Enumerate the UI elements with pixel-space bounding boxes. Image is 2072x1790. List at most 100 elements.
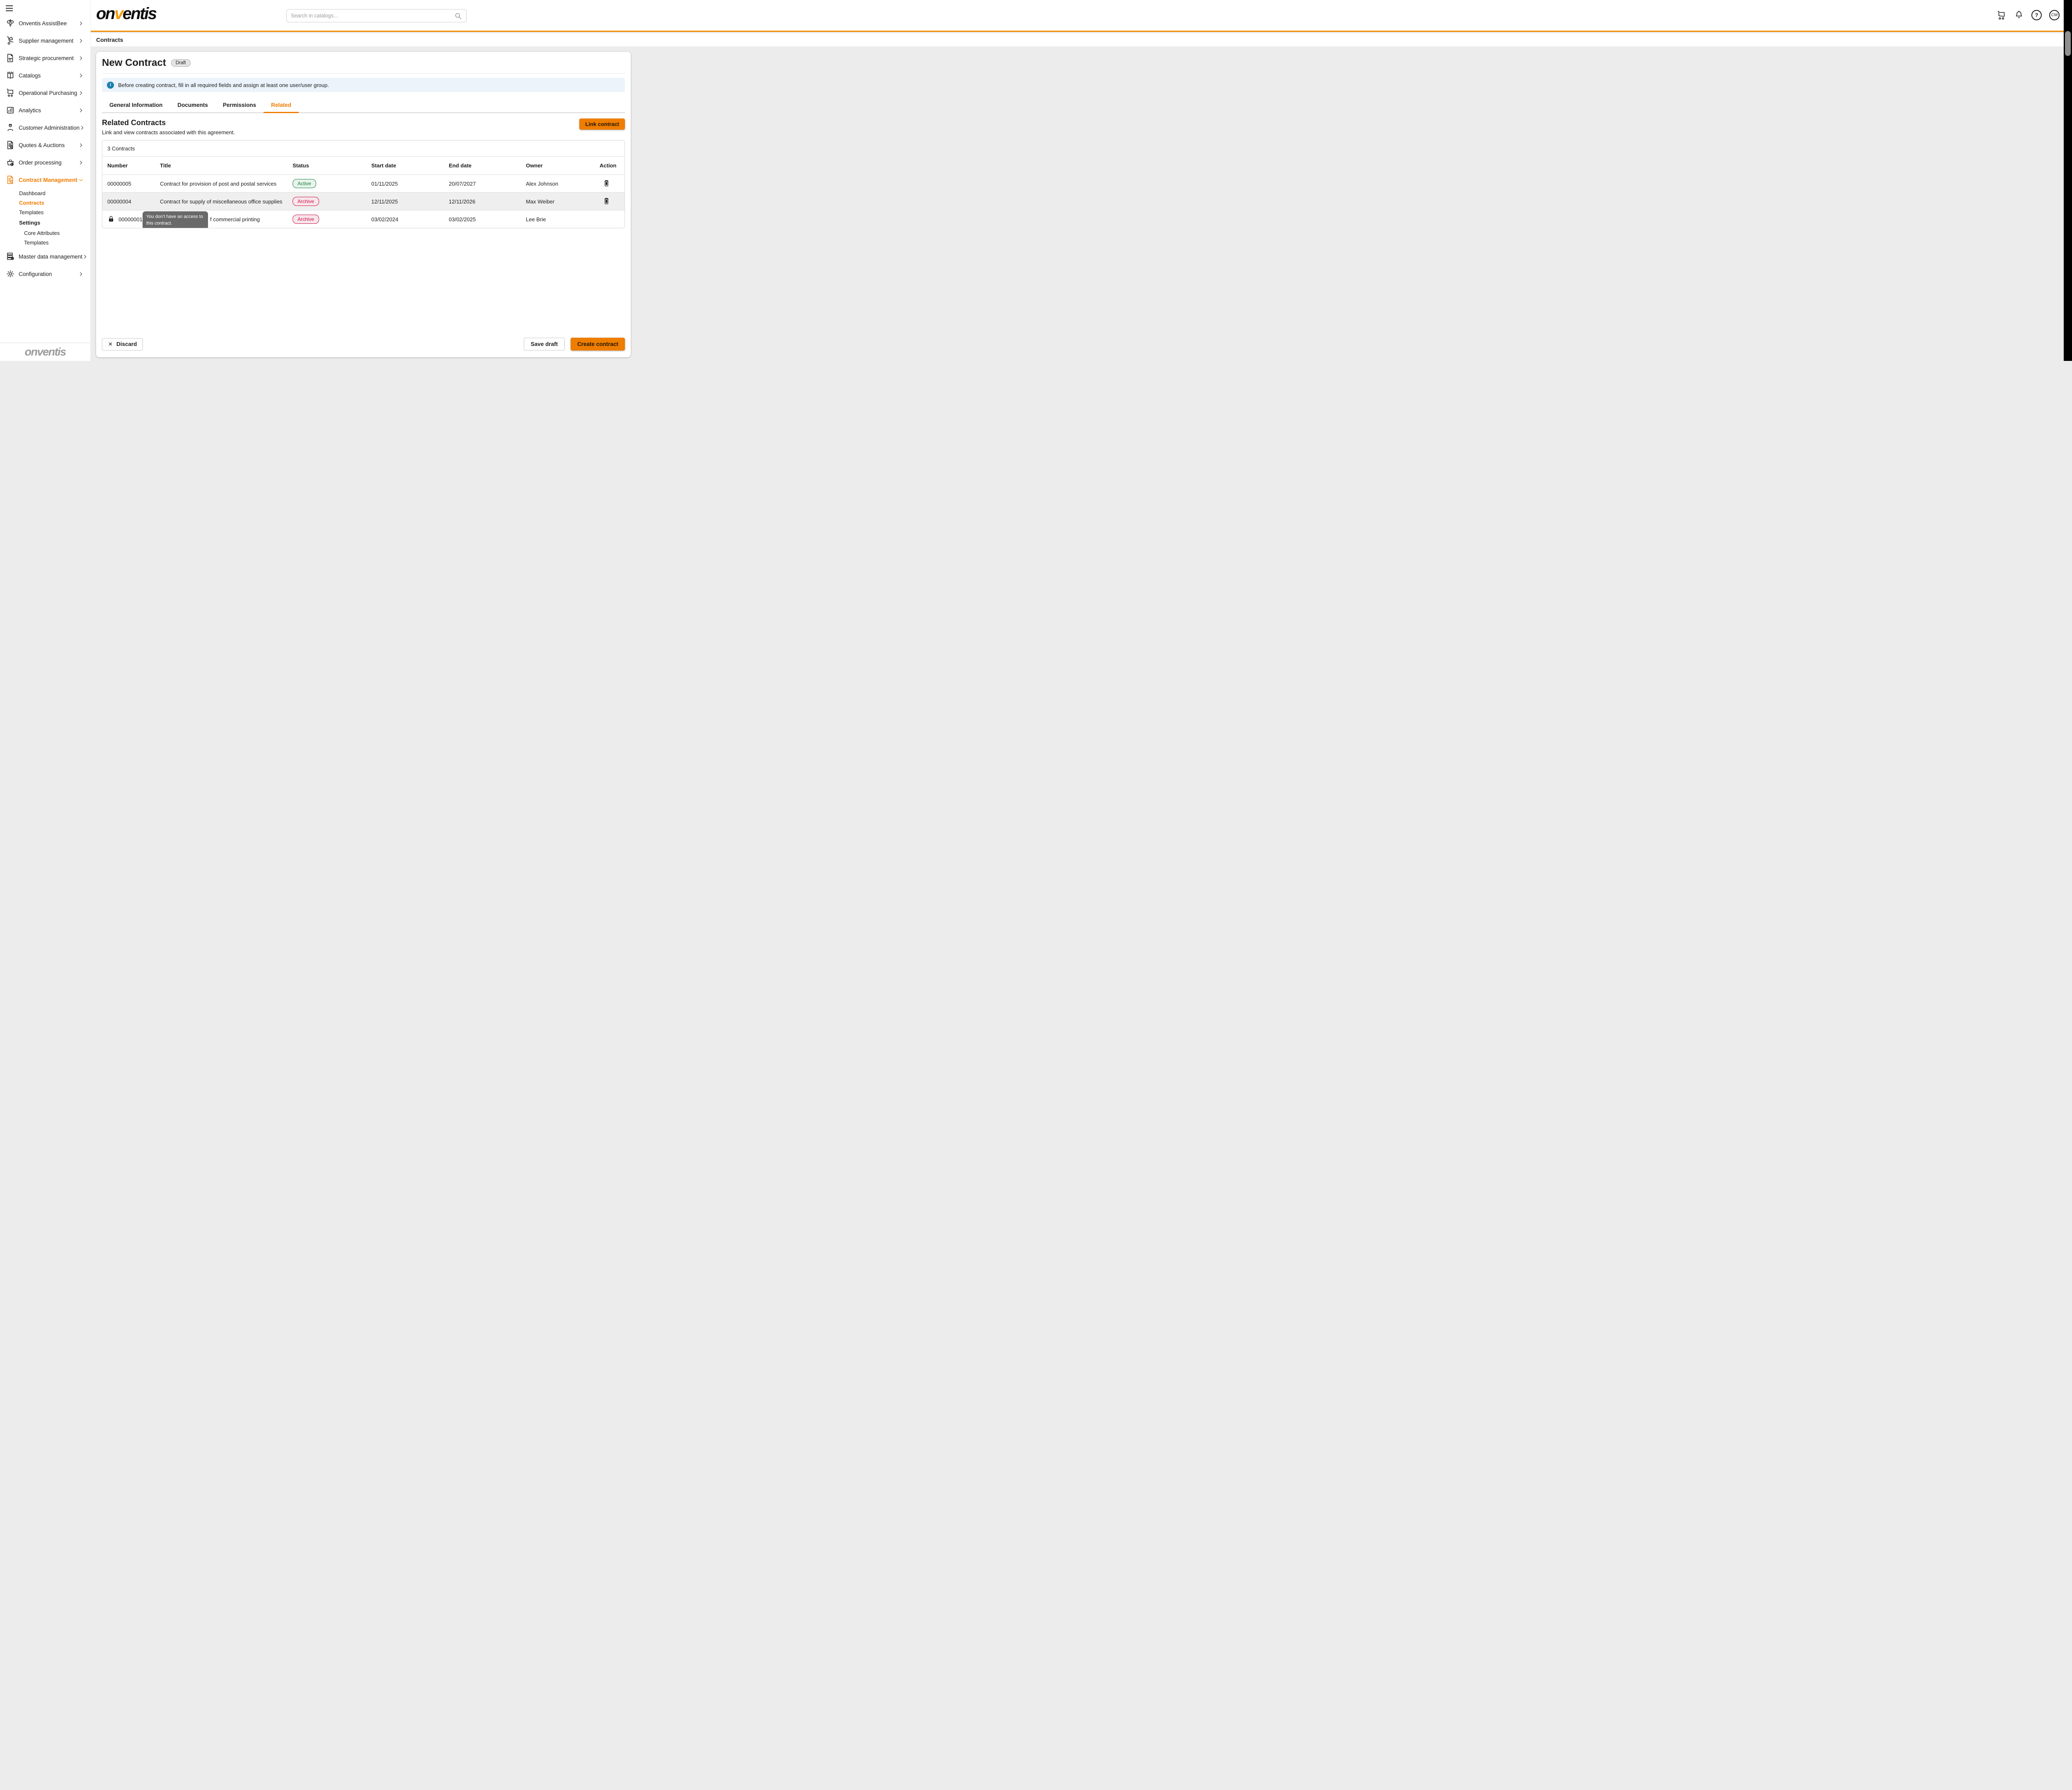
sidebar-item-strategic-procurement[interactable]: Strategic procurement (0, 49, 90, 67)
end-date: 20/07/2027 (449, 181, 526, 187)
no-access-tooltip: You don't have an access to this contrac… (143, 211, 208, 228)
start-date: 12/11/2025 (371, 198, 449, 205)
sidebar-item-customer-administration[interactable]: Customer Administration (0, 119, 90, 136)
divider (102, 73, 625, 74)
owner: Lee Brie (526, 216, 600, 223)
sidebar-item-supplier-management[interactable]: Supplier management (0, 32, 90, 49)
table-row[interactable]: 00000004 Contract for supply of miscella… (102, 192, 625, 210)
sidebar-item-label: Quotes & Auctions (19, 142, 78, 148)
sidebar-item-order-processing[interactable]: Order processing (0, 154, 90, 171)
chevron-right-icon (78, 271, 84, 277)
close-icon: ✕ (108, 341, 113, 348)
menu-icon[interactable] (6, 5, 14, 11)
sidebar-item-core-attributes[interactable]: Core Attributes (0, 228, 90, 238)
sidebar-item-label: Supplier management (19, 38, 78, 44)
sidebar-item-label: Settings (19, 220, 40, 226)
sidebar-item-label: Configuration (19, 271, 78, 277)
lock-icon (107, 215, 115, 223)
table-header-row: Number Title Status Start date End date … (102, 157, 625, 174)
info-icon: i (107, 82, 114, 89)
discard-button[interactable]: ✕ Discard (102, 338, 143, 351)
basket-clock-icon (6, 158, 15, 167)
sidebar-item-label: Strategic procurement (19, 55, 78, 61)
tab-general-information[interactable]: General Information (102, 99, 170, 112)
sidebar-item-label: Templates (19, 209, 44, 215)
link-contract-button[interactable]: Link contract (579, 119, 625, 130)
column-header-start-date: Start date (371, 162, 449, 169)
status-badge: Archive (293, 197, 319, 206)
logo-part: on (96, 5, 114, 23)
sidebar-item-label: Onventis AssistBee (19, 20, 78, 27)
scrollbar-thumb[interactable] (2065, 31, 2071, 56)
tab-documents[interactable]: Documents (170, 99, 215, 112)
end-date: 03/02/2025 (449, 216, 526, 223)
owner: Alex Johnson (526, 181, 600, 187)
chevron-right-icon (78, 56, 84, 61)
sidebar-item-label: Customer Administration (19, 125, 80, 131)
chevron-right-icon (78, 90, 84, 96)
contract-title: Contract for provision of post and posta… (160, 181, 293, 187)
avatar[interactable]: CM (2049, 10, 2060, 20)
breadcrumb[interactable]: Contracts (96, 36, 123, 43)
sidebar-item-quotes-auctions[interactable]: Quotes & Auctions (0, 136, 90, 154)
sidebar-item-operational-purchasing[interactable]: Operational Purchasing (0, 84, 90, 102)
column-header-title: Title (160, 162, 293, 169)
bee-icon (6, 19, 15, 28)
sidebar-item-label: Analytics (19, 107, 78, 114)
onventis-logo[interactable]: onventis (96, 5, 156, 23)
contract-icon: § (6, 175, 15, 184)
breadcrumb-bar: Contracts (91, 33, 2072, 46)
sidebar-item-label: Contracts (19, 200, 44, 206)
catalog-search (286, 9, 467, 22)
sidebar-item-catalogs[interactable]: Catalogs (0, 67, 90, 84)
sidebar-item-label: Core Attributes (24, 230, 60, 236)
sidebar-item-templates[interactable]: Templates (0, 208, 90, 217)
help-icon[interactable]: ? (2031, 10, 2042, 20)
book-icon (6, 71, 15, 80)
sidebar-item-label: Dashboard (19, 190, 46, 196)
sidebar-item-label: Operational Purchasing (19, 90, 78, 96)
section-subtitle: Link and view contracts associated with … (102, 129, 579, 135)
delete-contract-button[interactable] (602, 196, 611, 206)
logo-check: v (114, 5, 123, 23)
table-row[interactable]: 00000005 Contract for provision of post … (102, 174, 625, 192)
bell-icon[interactable] (2014, 10, 2024, 20)
chevron-right-icon (80, 125, 85, 131)
tab-bar: General Information Documents Permission… (102, 99, 625, 113)
document-percent-icon (6, 140, 15, 150)
sidebar-item-configuration[interactable]: Configuration (0, 265, 90, 283)
search-icon[interactable] (454, 12, 462, 20)
status-badge: Archive (293, 215, 319, 224)
column-header-number: Number (107, 162, 160, 169)
sidebar-item-master-data[interactable]: Master data management (0, 248, 90, 265)
delete-contract-button[interactable] (602, 179, 611, 188)
sidebar-item-analytics[interactable]: Analytics (0, 102, 90, 119)
trash-icon (603, 179, 610, 187)
sidebar-item-dashboard[interactable]: Dashboard (0, 189, 90, 198)
contract-number: 00000005 (107, 181, 131, 187)
sidebar-item-settings[interactable]: Settings (0, 217, 90, 228)
handtruck-icon (6, 36, 15, 45)
chevron-right-icon (82, 254, 88, 259)
chevron-right-icon (78, 143, 84, 148)
search-input[interactable] (291, 13, 454, 19)
chevron-down-icon (78, 177, 84, 183)
owner: Max Weiber (526, 198, 600, 205)
sidebar-item-settings-templates[interactable]: Templates (0, 238, 90, 247)
table-row-locked[interactable]: 00000001 f commercial printing Archive 0… (102, 210, 625, 228)
top-bar: onventis ? CM (91, 0, 2072, 32)
sidebar-item-assistbee[interactable]: Onventis AssistBee (0, 15, 90, 32)
tab-permissions[interactable]: Permissions (215, 99, 264, 112)
sidebar-item-label: Templates (24, 239, 48, 246)
create-contract-button[interactable]: Create contract (571, 338, 625, 351)
cart-icon[interactable] (1997, 10, 2007, 20)
onventis-footer-logo: onventis (24, 346, 65, 358)
contract-number: 00000004 (107, 198, 131, 205)
sidebar-item-contracts[interactable]: Contracts (0, 198, 90, 208)
sidebar-item-contract-management[interactable]: § Contract Management (0, 171, 90, 189)
save-draft-button[interactable]: Save draft (524, 338, 565, 351)
related-contracts-table: 3 Contracts Number Title Status Start da… (102, 140, 625, 228)
contracts-count: 3 Contracts (102, 140, 625, 157)
discard-label: Discard (116, 341, 137, 347)
tab-related[interactable]: Related (264, 99, 299, 112)
